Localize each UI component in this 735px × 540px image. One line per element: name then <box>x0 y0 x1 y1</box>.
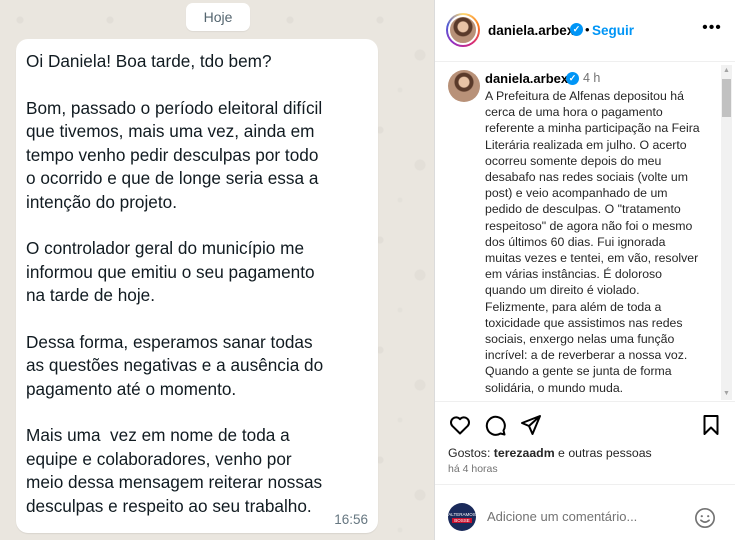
author-avatar[interactable] <box>446 13 480 47</box>
caption-line: ocorreu somente depois do meu <box>485 153 662 168</box>
caption-avatar[interactable] <box>448 70 480 102</box>
author-username[interactable]: daniela.arbex <box>488 23 574 38</box>
caption-line: solidária, o mundo muda. <box>485 380 624 395</box>
verified-icon: ✓ <box>566 72 579 85</box>
follow-button[interactable]: Seguir <box>592 23 634 38</box>
message-line: pagamento até o momento. <box>26 378 237 399</box>
caption-line: incrível: a de reverberar a nossa voz. <box>485 348 688 363</box>
comment-input[interactable] <box>487 506 667 526</box>
caption-line: referente a minha participação na Feira <box>485 121 700 136</box>
message-line: Bom, passado o período eleitoral difícil <box>26 97 323 118</box>
caption-line: sociais, enxergo nelas uma função <box>485 332 675 347</box>
caption-line: quando um direito é violado. <box>485 283 640 298</box>
likes-user[interactable]: terezaadm <box>494 446 555 460</box>
message-line: o ocorrido e que de longe seria essa a <box>26 168 319 188</box>
date-separator: Hoje <box>186 3 250 31</box>
message-time: 16:56 <box>334 512 368 527</box>
separator-dot: • <box>585 22 590 37</box>
post-actions <box>435 410 735 444</box>
message-paragraph: Mais uma vez em nome de toda a equipe e c… <box>26 424 368 518</box>
heart-icon[interactable] <box>448 413 472 437</box>
caption-line: toxicidade que assistimos nas redes <box>485 315 683 330</box>
caption-line: pedido de desculpas. O "tratamento <box>485 202 681 217</box>
post-header: daniela.arbex ✓ • Seguir ••• <box>435 0 735 62</box>
caption-line: A Prefeitura de Alfenas depositou há <box>485 89 684 103</box>
message-line: desculpas e respeito ao seu trabalho. <box>26 495 312 516</box>
caption-line: dos últimos 60 dias. Fui ignorada <box>485 234 666 249</box>
caption-line: post) e veio acompanhado de um <box>485 186 668 201</box>
message-text: Oi Daniela! Boa tarde, tdo bem? Bom, pass… <box>26 50 368 518</box>
message-line: as questões negativas e a ausência do <box>26 355 324 375</box>
caption-time: 4 h <box>583 71 601 85</box>
message-line: na tarde de hoje. <box>26 285 156 305</box>
more-horizontal-icon[interactable]: ••• <box>701 20 723 36</box>
commenter-avatar: ALTERAMOS BOSSE <box>448 503 476 531</box>
likes-suffix[interactable]: e outras pessoas <box>555 446 652 460</box>
caption-scrollbar[interactable]: ▲ ▼ <box>721 65 732 400</box>
message-bubble[interactable]: Oi Daniela! Boa tarde, tdo bem? Bom, pass… <box>16 39 378 533</box>
message-paragraph: Dessa forma, esperamos sanar todas as que… <box>26 331 368 402</box>
message-line: que tivemos, mais uma vez, ainda em <box>26 121 315 141</box>
caption-line: cerca de uma hora o pagamento <box>485 105 663 120</box>
scroll-up-arrow-icon[interactable]: ▲ <box>721 65 732 77</box>
emoji-icon[interactable] <box>694 507 716 529</box>
comment-icon[interactable] <box>483 413 507 437</box>
scroll-down-arrow-icon[interactable]: ▼ <box>721 388 732 400</box>
caption-line: Felizmente, para além de toda a <box>485 299 662 314</box>
message-paragraph: Bom, passado o período eleitoral difícil… <box>26 97 368 215</box>
caption-line: Literária realizada em julho. O acerto <box>485 137 687 152</box>
caption-line: Quando a gente se junta de forma <box>485 364 672 379</box>
message-line: equipe e colaboradores, venho por <box>26 448 292 469</box>
likes-summary[interactable]: Gostos: terezaadm e outras pessoas <box>448 446 652 460</box>
likes-prefix: Gostos: <box>448 446 494 460</box>
chat-pane: Hoje Oi Daniela! Boa tarde, tdo bem? Bom,… <box>0 0 434 540</box>
message-line: tempo venho pedir desculpas por todo <box>26 144 319 165</box>
share-icon[interactable] <box>519 413 543 437</box>
message-line: O controlador geral do município me <box>26 238 305 258</box>
caption-line: em várias instâncias. É doloroso <box>485 267 663 282</box>
verified-icon: ✓ <box>570 23 583 36</box>
message-line: informou que emitiu o seu pagamento <box>26 261 315 282</box>
post-panel: daniela.arbex ✓ • Seguir ••• daniela.arb… <box>434 0 735 540</box>
message-paragraph: Oi Daniela! Boa tarde, tdo bem? <box>26 50 368 74</box>
caption-text: A Prefeitura de Alfenas depositou há cerc… <box>485 88 715 396</box>
message-line: Dessa forma, esperamos sanar todas <box>26 331 313 352</box>
message-line: meio dessa mensagem reiterar nossas <box>26 472 323 492</box>
message-paragraph: O controlador geral do município me infor… <box>26 237 368 308</box>
scrollbar-thumb[interactable] <box>722 79 731 117</box>
caption-line: desabafo nas redes sociais (volte um <box>485 170 689 185</box>
caption-line: muitas vezes e tentei, em vão, resolver <box>485 251 699 266</box>
bookmark-icon[interactable] <box>699 413 723 437</box>
caption-area: daniela.arbex ✓ 4 h A Prefeitura de Alfe… <box>435 63 735 402</box>
post-age: há 4 horas <box>448 463 498 475</box>
comment-bar: ALTERAMOS BOSSE <box>435 484 735 540</box>
message-line: Mais uma vez em nome de toda a <box>26 425 290 445</box>
message-line: intenção do projeto. <box>26 191 177 212</box>
message-line: Oi Daniela! Boa tarde, tdo bem? <box>26 51 272 71</box>
caption-username[interactable]: daniela.arbex <box>485 71 568 86</box>
caption-line: respeitoso" de agora não foi o mesmo <box>485 218 693 233</box>
